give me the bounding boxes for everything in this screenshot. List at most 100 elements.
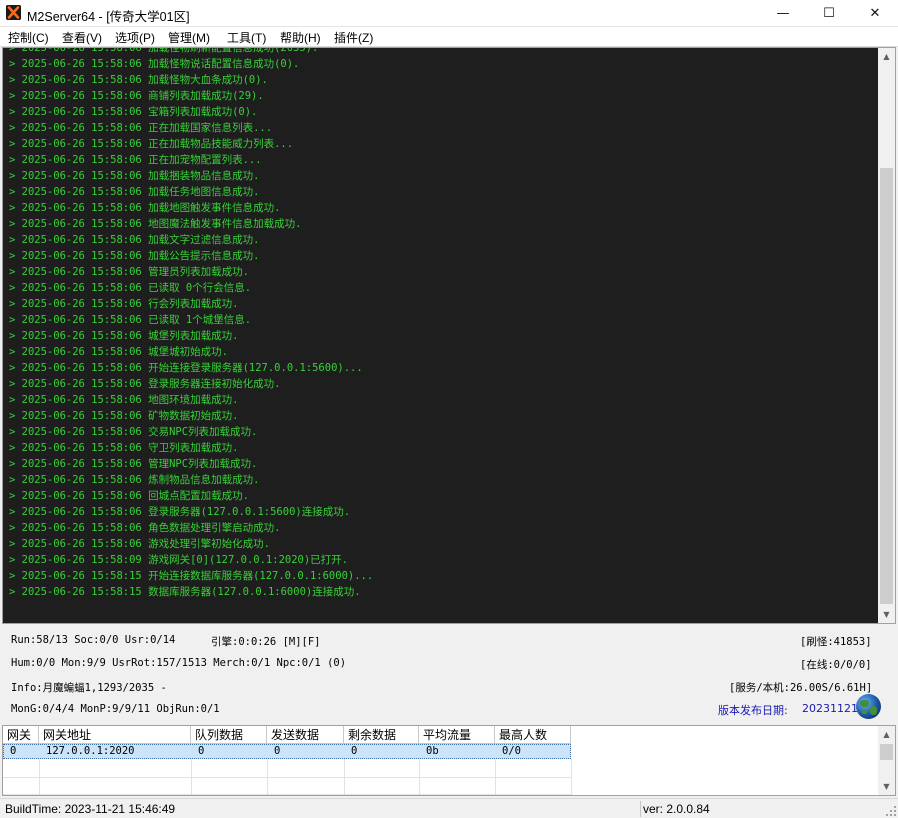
log-area[interactable]: > 2025-06-26 15:58:06 加载怪物刷新配置信息成功(2035)… — [3, 48, 878, 623]
online-stat: [在线:0/0/0] — [800, 659, 872, 671]
grid-line — [344, 759, 345, 795]
minimize-button[interactable]: — — [760, 0, 806, 27]
log-line: > 2025-06-26 15:58:06 炼制物品信息加载成功. — [9, 474, 260, 486]
log-line: > 2025-06-26 15:58:06 正在加载国家信息列表... — [9, 122, 273, 134]
menu-plugins[interactable]: 插件(Z) — [334, 29, 373, 46]
log-line: > 2025-06-26 15:58:06 回城点配置加载成功. — [9, 490, 249, 502]
log-line: > 2025-06-26 15:58:06 城堡列表加载成功. — [9, 330, 239, 342]
col-send-data[interactable]: 发送数据 — [267, 726, 344, 744]
log-panel: > 2025-06-26 15:58:06 加载怪物刷新配置信息成功(2035)… — [2, 47, 896, 624]
log-line: > 2025-06-26 15:58:06 守卫列表加载成功. — [9, 442, 239, 454]
close-button[interactable]: ✕ — [852, 0, 898, 27]
server-stat: [服务/本机:26.00S/6.61H] — [729, 682, 873, 694]
col-gateway[interactable]: 网关 — [3, 726, 39, 744]
menu-control[interactable]: 控制(C) — [8, 29, 49, 46]
release-date-label: 版本发布日期: — [718, 704, 788, 717]
log-line: > 2025-06-26 15:58:15 数据库服务器(127.0.0.1:6… — [9, 586, 361, 598]
grid-line — [495, 759, 496, 795]
log-line: > 2025-06-26 15:58:06 地图魔法触发事件信息加载成功. — [9, 218, 302, 230]
grid-line — [3, 794, 571, 795]
status-divider — [640, 801, 641, 817]
status-bar: BuildTime: 2023-11-21 15:46:49 ver: 2.0.… — [0, 798, 898, 818]
log-line: > 2025-06-26 15:58:06 加载捆装物品信息成功. — [9, 170, 260, 182]
log-line: > 2025-06-26 15:58:06 地图环境加载成功. — [9, 394, 239, 406]
log-line: > 2025-06-26 15:58:06 交易NPC列表加载成功. — [9, 426, 258, 438]
log-line: > 2025-06-26 15:58:06 宝箱列表加载成功(0). — [9, 106, 258, 118]
log-line: > 2025-06-26 15:58:06 加载怪物刷新配置信息成功(2035)… — [9, 48, 319, 54]
scroll-down-icon[interactable]: ▼ — [878, 606, 895, 623]
version: ver: 2.0.0.84 — [643, 802, 710, 816]
log-line: > 2025-06-26 15:58:06 开始连接登录服务器(127.0.0.… — [9, 362, 363, 374]
menu-options[interactable]: 选项(P) — [115, 29, 155, 46]
log-line: > 2025-06-26 15:58:06 加载公告提示信息成功. — [9, 250, 260, 262]
log-line: > 2025-06-26 15:58:06 加载怪物说话配置信息成功(0). — [9, 58, 300, 70]
menu-bar: 控制(C) 查看(V) 选项(P) 管理(M) 工具(T) 帮助(H) 插件(Z… — [0, 27, 898, 47]
log-line: > 2025-06-26 15:58:06 已读取 0个行会信息. — [9, 282, 252, 294]
monster-refresh-stat: [刷怪:41853] — [800, 636, 872, 648]
log-line: > 2025-06-26 15:58:06 角色数据处理引擎启动成功. — [9, 522, 281, 534]
build-time: BuildTime: 2023-11-21 15:46:49 — [5, 802, 176, 816]
log-line: > 2025-06-26 15:58:15 开始连接数据库服务器(127.0.0… — [9, 570, 374, 582]
grid-line — [267, 759, 268, 795]
window-title: M2Server64 - [传奇大学01区] — [27, 10, 190, 24]
log-lines: > 2025-06-26 15:58:06 加载怪物刷新配置信息成功(2035)… — [9, 48, 373, 600]
log-line: > 2025-06-26 15:58:06 已读取 1个城堡信息. — [9, 314, 252, 326]
col-gateway-address[interactable]: 网关地址 — [39, 726, 191, 744]
log-line: > 2025-06-26 15:58:06 正在加宠物配置列表... — [9, 154, 262, 166]
hum-stats: Hum:0/0 Mon:9/9 UsrRot:157/1513 Merch:0/… — [11, 657, 347, 669]
cell-avg-traffic: 0b — [426, 745, 439, 757]
log-line: > 2025-06-26 15:58:06 城堡城初始成功. — [9, 346, 228, 358]
grid-line — [191, 759, 192, 795]
close-icon: ✕ — [869, 6, 881, 21]
menu-view[interactable]: 查看(V) — [62, 29, 102, 46]
menu-manage[interactable]: 管理(M) — [168, 29, 210, 46]
app-icon — [6, 5, 21, 20]
minimize-icon: — — [776, 6, 790, 21]
menu-tools[interactable]: 工具(T) — [227, 29, 266, 46]
globe-icon — [856, 694, 881, 719]
log-line: > 2025-06-26 15:58:06 商铺列表加载成功(29). — [9, 90, 264, 102]
log-line: > 2025-06-26 15:58:06 登录服务器(127.0.0.1:56… — [9, 506, 351, 518]
col-remaining-data[interactable]: 剩余数据 — [344, 726, 419, 744]
gateway-scrollbar[interactable]: ▲ ▼ — [878, 726, 895, 795]
log-scrollbar[interactable]: ▲ ▼ — [878, 48, 895, 623]
grid-line — [419, 759, 420, 795]
engine-stats: 引擎:0:0:26 [M][F] — [211, 636, 321, 648]
cell-max-players: 0/0 — [502, 745, 521, 757]
log-line: > 2025-06-26 15:58:06 管理NPC列表加载成功. — [9, 458, 258, 470]
grid-line — [39, 759, 40, 795]
col-max-players[interactable]: 最高人数 — [495, 726, 571, 744]
maximize-icon: ☐ — [823, 6, 835, 21]
scroll-up-icon[interactable]: ▲ — [878, 726, 895, 743]
cell-gateway-address: 127.0.0.1:2020 — [46, 745, 135, 757]
release-date: 20231121 — [802, 702, 858, 715]
col-avg-traffic[interactable]: 平均流量 — [419, 726, 495, 744]
cell-remaining-data: 0 — [351, 745, 358, 757]
menu-help[interactable]: 帮助(H) — [280, 29, 321, 46]
cell-send-data: 0 — [274, 745, 281, 757]
log-line: > 2025-06-26 15:58:06 登录服务器连接初始化成功. — [9, 378, 281, 390]
log-line: > 2025-06-26 15:58:06 行会列表加载成功. — [9, 298, 239, 310]
scroll-down-icon[interactable]: ▼ — [878, 778, 895, 795]
title-bar: M2Server64 - [传奇大学01区] — ☐ ✕ — [0, 0, 898, 27]
scroll-up-icon[interactable]: ▲ — [878, 48, 895, 65]
log-line: > 2025-06-26 15:58:06 加载文字过滤信息成功. — [9, 234, 260, 246]
maximize-button[interactable]: ☐ — [806, 0, 852, 27]
log-line: > 2025-06-26 15:58:06 加载怪物大血条成功(0). — [9, 74, 268, 86]
grid-line — [571, 759, 572, 795]
log-line: > 2025-06-26 15:58:09 游戏网关[0](127.0.0.1:… — [9, 554, 349, 566]
info-stats: Info:月魔蝙蝠1,1293/2035 - — [11, 682, 167, 694]
status-panel: Run:58/13 Soc:0/0 Usr:0/14 引擎:0:0:26 [M]… — [2, 626, 896, 722]
cell-queue-data: 0 — [198, 745, 205, 757]
mong-stats: MonG:0/4/4 MonP:9/9/11 ObjRun:0/1 — [11, 703, 220, 715]
grid-line — [3, 777, 571, 778]
gateway-table: 网关 网关地址 队列数据 发送数据 剩余数据 平均流量 最高人数 0 127.0… — [2, 725, 896, 796]
log-line: > 2025-06-26 15:58:06 矿物数据初始成功. — [9, 410, 239, 422]
table-row[interactable]: 0 127.0.0.1:2020 0 0 0 0b 0/0 — [3, 744, 571, 759]
log-line: > 2025-06-26 15:58:06 加载任务地图信息成功. — [9, 186, 260, 198]
resize-grip-icon[interactable] — [886, 806, 896, 816]
log-line: > 2025-06-26 15:58:06 加载地图触发事件信息成功. — [9, 202, 281, 214]
col-queue-data[interactable]: 队列数据 — [191, 726, 267, 744]
log-scroll-thumb[interactable] — [880, 168, 893, 604]
gateway-scroll-thumb[interactable] — [880, 744, 893, 760]
